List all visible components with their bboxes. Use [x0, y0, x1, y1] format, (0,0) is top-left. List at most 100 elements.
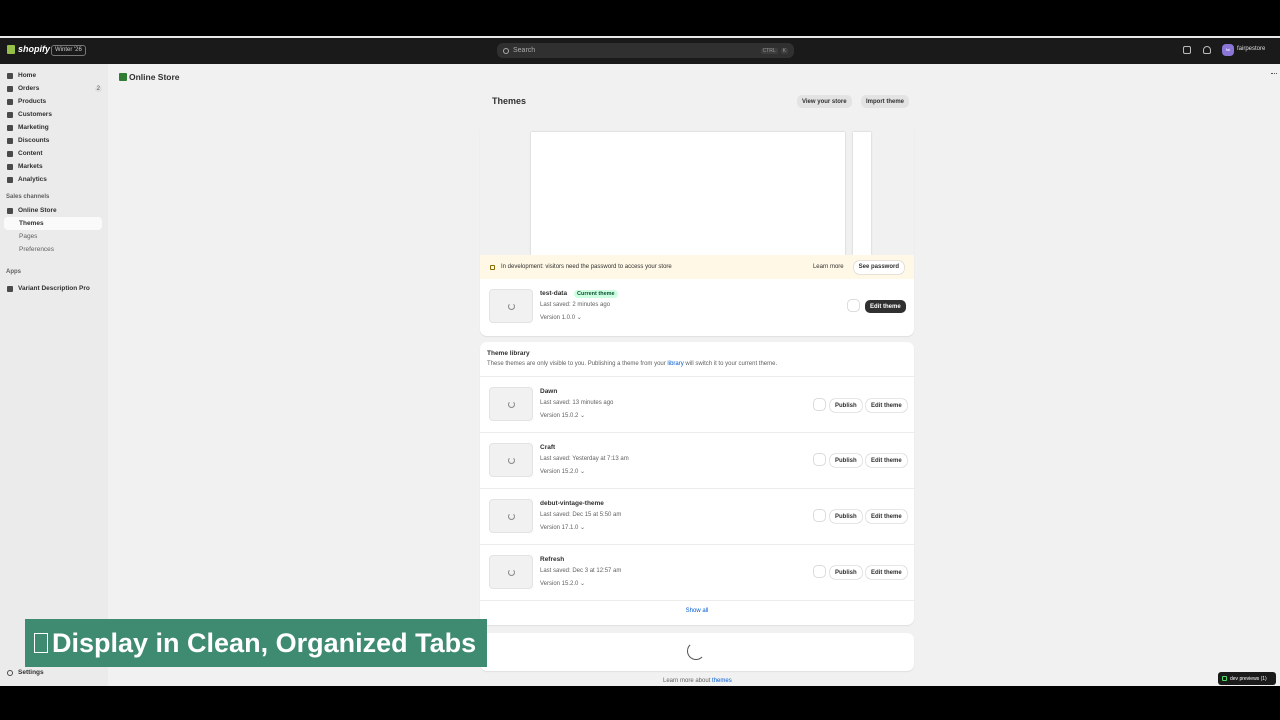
import-theme-button[interactable]: Import theme — [861, 95, 910, 108]
learn-more-link[interactable]: Learn more — [813, 264, 844, 270]
current-theme-card: In development: visitors need the passwo… — [480, 122, 914, 336]
theme-saved: Last saved: Dec 15 at 5:50 am — [540, 512, 622, 518]
sidebar-item-themes[interactable]: Themes — [19, 220, 44, 227]
app-icon — [7, 285, 13, 292]
sidebar-item-content[interactable]: Content — [7, 148, 102, 159]
store-icon[interactable] — [1183, 46, 1191, 54]
sidebar-item-markets[interactable]: Markets — [7, 161, 102, 172]
edit-theme-button[interactable]: Edit theme — [866, 566, 907, 579]
password-banner: In development: visitors need the passwo… — [480, 255, 914, 279]
sidebar-item-analytics[interactable]: Analytics — [7, 174, 102, 185]
theme-thumbnail — [489, 555, 533, 589]
theme-version[interactable]: Version 17.1.0 ⌄ — [540, 524, 585, 531]
theme-version[interactable]: Version 15.0.2 ⌄ — [540, 412, 585, 419]
preview-icon — [1222, 676, 1227, 681]
theme-library-description: These themes are only visible to you. Pu… — [487, 361, 777, 367]
home-icon — [7, 72, 13, 79]
more-actions-icon[interactable] — [1271, 73, 1277, 75]
dev-previews-label: dev previews (1) — [1230, 675, 1267, 682]
main-content: Online Store Themes View your store Impo… — [108, 64, 1280, 686]
avatar[interactable]: fai — [1222, 44, 1234, 56]
sidebar-item-label: Orders — [18, 85, 40, 92]
loading-spinner-icon — [508, 513, 515, 520]
edit-theme-button[interactable]: Edit theme — [866, 510, 907, 523]
sidebar-item-label: Content — [18, 150, 43, 157]
theme-saved: Last saved: Yesterday at 7:13 am — [540, 456, 629, 462]
library-link[interactable]: library — [667, 361, 683, 367]
page-title: Themes — [492, 96, 527, 106]
orders-count-badge: 2 — [94, 85, 102, 92]
sidebar-item-label: Marketing — [18, 124, 49, 131]
caption-text: Display in Clean, Organized Tabs — [52, 627, 477, 658]
sidebar-item-products[interactable]: Products — [7, 96, 102, 107]
publish-button[interactable]: Publish — [830, 566, 862, 579]
edit-theme-button[interactable]: Edit theme — [866, 454, 907, 467]
more-options-button[interactable] — [814, 566, 825, 577]
sidebar-item-pages[interactable]: Pages — [19, 233, 37, 240]
sidebar-item-preferences[interactable]: Preferences — [19, 246, 54, 253]
bell-icon[interactable] — [1203, 46, 1211, 54]
sidebar-item-home[interactable]: Home — [7, 70, 102, 81]
desc-text: will switch it to your current theme. — [683, 361, 778, 367]
sidebar-item-label: Products — [18, 98, 47, 105]
version-text: Version 15.2.0 — [540, 469, 579, 475]
sidebar-item-variant-description-pro[interactable]: Variant Description Pro — [7, 283, 102, 294]
sidebar-item-online-store[interactable]: Online Store — [7, 205, 102, 216]
store-name[interactable]: fairpestore — [1237, 46, 1265, 52]
discount-icon — [7, 137, 13, 144]
loading-spinner-icon — [508, 569, 515, 576]
edit-theme-button[interactable]: Edit theme — [866, 399, 907, 412]
view-store-button[interactable]: View your store — [797, 95, 852, 108]
publish-button[interactable]: Publish — [830, 454, 862, 467]
see-password-button[interactable]: See password — [853, 260, 904, 274]
sidebar-item-label: Discounts — [18, 137, 50, 144]
theme-preview[interactable] — [480, 122, 914, 255]
search-bar[interactable]: Search CTRL K — [497, 43, 794, 58]
dev-previews-badge[interactable]: dev previews (1) — [1218, 672, 1276, 685]
theme-saved: Last saved: 13 minutes ago — [540, 400, 614, 406]
themes-help-link[interactable]: themes — [712, 678, 732, 684]
loading-spinner-icon — [508, 303, 515, 310]
chevron-down-icon: ⌄ — [580, 581, 586, 587]
footer-note: Learn more about themes — [663, 678, 732, 684]
online-store-title: Online Store — [119, 72, 180, 82]
store-icon — [7, 207, 13, 214]
desktop-preview — [531, 132, 845, 255]
apps-heading[interactable]: Apps — [6, 269, 21, 275]
publish-button[interactable]: Publish — [830, 510, 862, 523]
loading-spinner-icon — [687, 642, 705, 660]
sidebar-item-customers[interactable]: Customers — [7, 109, 102, 120]
sidebar-item-marketing[interactable]: Marketing — [7, 122, 102, 133]
divider — [480, 432, 914, 433]
edit-current-theme-button[interactable]: Edit theme — [865, 300, 906, 313]
sidebar-item-discounts[interactable]: Discounts — [7, 135, 102, 146]
logo-text: shopify — [18, 44, 51, 54]
sidebar-item-label: Online Store — [18, 207, 57, 214]
sales-channels-heading[interactable]: Sales channels — [6, 194, 49, 200]
show-all-link[interactable]: Show all — [480, 608, 914, 614]
publish-button[interactable]: Publish — [830, 399, 862, 412]
version-text: Version 1.0.0 — [540, 315, 576, 321]
desc-text: These themes are only visible to you. Pu… — [487, 361, 668, 367]
shopify-bag-icon — [7, 44, 15, 54]
footer-text: Learn more about — [663, 678, 713, 684]
more-options-button[interactable] — [814, 510, 825, 521]
loading-card — [480, 633, 914, 671]
current-theme-name: test-data — [540, 290, 568, 297]
search-icon — [503, 47, 509, 54]
theme-version[interactable]: Version 15.2.0 ⌄ — [540, 468, 585, 475]
divider — [480, 488, 914, 489]
chevron-down-icon: ⌄ — [576, 315, 582, 321]
more-options-button[interactable] — [814, 454, 825, 465]
current-theme-version[interactable]: Version 1.0.0 ⌄ — [540, 314, 582, 321]
more-options-button[interactable] — [814, 399, 825, 410]
current-theme-saved: Last saved: 2 minutes ago — [540, 302, 611, 308]
theme-version[interactable]: Version 15.2.0 ⌄ — [540, 580, 585, 587]
edition-badge: Winter '26 — [51, 45, 86, 56]
more-options-button[interactable] — [848, 300, 859, 311]
admin-topbar: shopify Winter '26 Search CTRL K fai fai… — [0, 38, 1280, 64]
sidebar-item-orders[interactable]: Orders 2 — [7, 83, 102, 94]
sidebar-item-settings[interactable]: Settings — [7, 669, 44, 676]
shopify-logo[interactable]: shopify — [7, 44, 50, 54]
chevron-down-icon: ⌄ — [580, 525, 586, 531]
